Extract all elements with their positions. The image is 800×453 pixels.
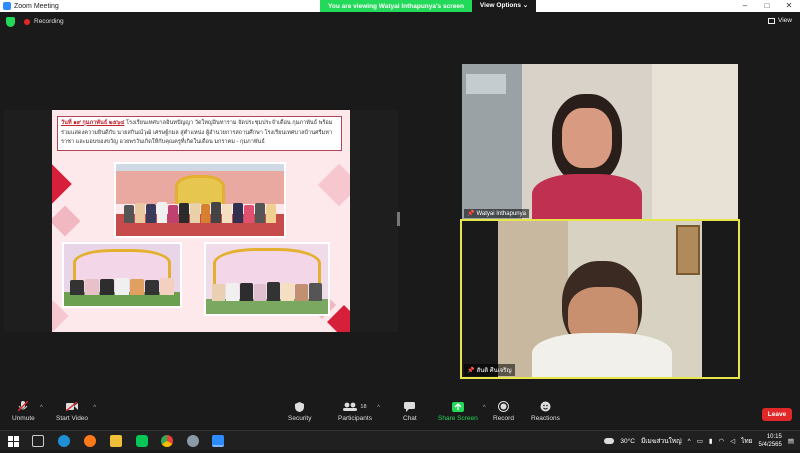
chevron-up-icon[interactable]: ^ (93, 405, 96, 411)
people-group (69, 273, 175, 295)
record-button[interactable]: Record (493, 401, 514, 422)
unmute-button[interactable]: Unmute ^ (12, 401, 43, 422)
view-label: View (778, 17, 792, 24)
record-icon (497, 401, 509, 412)
participant-name-tag: 📌 Watyai Inthapunya (464, 209, 529, 218)
meeting-status-bar: Recording View (0, 12, 800, 32)
zoom-app-icon (3, 2, 11, 10)
ceremony-photo-left (62, 242, 182, 308)
minimize-button[interactable]: – (734, 0, 756, 12)
window-title: Zoom Meeting (14, 2, 59, 10)
resize-handle[interactable] (397, 212, 400, 226)
decor-diamond (52, 164, 72, 204)
reactions-button[interactable]: Reactions (531, 401, 560, 422)
share-screen-label: Share Screen (438, 415, 478, 422)
meeting-toolbar: Unmute ^ Start Video ^ Security 18 Parti… (0, 398, 800, 430)
pin-icon: 📌 (467, 367, 475, 374)
slide-date: วันที่ ๑๙ กุมภาพันธ์ ๒๕๖๔ (61, 120, 125, 126)
language-indicator[interactable]: ไทย (741, 436, 752, 446)
windows-start-icon[interactable] (8, 435, 20, 447)
leave-button[interactable]: Leave (762, 408, 792, 421)
start-video-label: Start Video (56, 415, 89, 422)
security-button[interactable]: Security (288, 401, 311, 422)
participants-count: 18 (360, 403, 367, 410)
share-screen-button[interactable]: Share Screen ^ (438, 401, 486, 422)
system-tray: 30°C มีเมฆส่วนใหญ่ ^ ▭ ▮ ◠ ◁ ไทย 10:15 5… (604, 431, 800, 451)
security-label: Security (288, 415, 312, 422)
smiley-icon (539, 401, 551, 412)
video-off-icon (66, 401, 79, 412)
view-options-label: View Options (479, 2, 521, 9)
cloud-icon (604, 438, 615, 444)
window-controls: – □ ✕ (734, 0, 800, 12)
shield-icon (294, 401, 306, 412)
people-group (124, 198, 276, 224)
view-button[interactable]: View (768, 17, 792, 24)
slide-caption: วันที่ ๑๙ กุมภาพันธ์ ๒๕๖๔ โรงเรียนเทศบาล… (57, 116, 342, 151)
zoom-taskbar-icon[interactable] (212, 435, 224, 447)
windows-taskbar: 30°C มีเมฆส่วนใหญ่ ^ ▭ ▮ ◠ ◁ ไทย 10:15 5… (0, 430, 800, 450)
shared-screen: วันที่ ๑๙ กุมภาพันธ์ ๒๕๖๔ โรงเรียนเทศบาล… (4, 110, 398, 332)
weather-temp[interactable]: 30°C (620, 438, 635, 445)
edge-icon[interactable] (58, 435, 70, 447)
battery-icon[interactable]: ▮ (709, 437, 713, 445)
wifi-icon[interactable]: ◠ (718, 437, 724, 445)
grid-icon (768, 17, 776, 24)
decor-diamond (52, 205, 81, 237)
close-button[interactable]: ✕ (778, 0, 800, 12)
participant-name-tag: 📌 สันติ ศีนเจริญ (464, 364, 515, 376)
chat-icon (404, 401, 416, 412)
record-label: Record (493, 415, 514, 422)
line-app-icon[interactable] (136, 435, 148, 447)
start-video-button[interactable]: Start Video ^ (56, 401, 96, 422)
chat-label: Chat (403, 415, 417, 422)
video-tile[interactable]: 📌 Watyai Inthapunya (462, 64, 738, 219)
chat-button[interactable]: Chat (403, 401, 417, 422)
viewing-banner: You are viewing Watyai Inthapunya's scre… (320, 0, 537, 12)
chat-icon[interactable]: ▭ (697, 437, 703, 445)
video-tile-active-speaker[interactable]: 📌 สันติ ศีนเจริญ (460, 219, 740, 379)
chrome-icon[interactable] (161, 435, 173, 447)
pin-icon: 📌 (467, 211, 475, 217)
presentation-slide: วันที่ ๑๙ กุมภาพันธ์ ๒๕๖๔ โรงเรียนเทศบาล… (52, 110, 350, 332)
weather-desc[interactable]: มีเมฆส่วนใหญ่ (641, 436, 682, 446)
clock[interactable]: 10:15 5/4/2565 (758, 433, 781, 449)
group-photo (114, 162, 286, 238)
notification-icon[interactable]: ▤ (788, 437, 794, 445)
chevron-up-icon[interactable]: ^ (377, 405, 380, 411)
firefox-icon[interactable] (84, 435, 96, 447)
people-group (212, 277, 322, 302)
chevron-up-icon[interactable]: ^ (688, 438, 691, 445)
participant-name: สันติ ศีนเจริญ (476, 368, 512, 374)
ceremony-photo-right (204, 242, 330, 316)
participants-button[interactable]: 18 Participants ^ (338, 401, 380, 422)
speaker-icon[interactable]: ◁ (730, 437, 735, 445)
unmute-label: Unmute (12, 415, 35, 422)
maximize-button[interactable]: □ (756, 0, 778, 12)
app-icon[interactable] (187, 435, 199, 447)
chevron-down-icon: ⌄ (522, 2, 529, 9)
participants-icon: 18 (341, 401, 369, 412)
reactions-label: Reactions (531, 415, 560, 422)
task-view-icon[interactable] (32, 435, 44, 447)
file-explorer-icon[interactable] (110, 435, 122, 447)
participant-name: Watyai Inthapunya (476, 210, 526, 217)
microphone-muted-icon (17, 401, 29, 412)
shield-icon[interactable] (6, 17, 15, 27)
clock-time: 10:15 (766, 434, 782, 440)
viewing-message: You are viewing Watyai Inthapunya's scre… (328, 2, 464, 10)
participants-label: Participants (338, 415, 372, 422)
clock-date: 5/4/2565 (758, 442, 782, 448)
view-options-button[interactable]: View Options ⌄ (471, 0, 537, 12)
decor-diamond (317, 163, 350, 207)
chevron-up-icon[interactable]: ^ (483, 405, 486, 411)
chevron-up-icon[interactable]: ^ (40, 405, 43, 411)
share-screen-icon (451, 401, 464, 412)
recording-label: Recording (34, 18, 64, 25)
recording-icon (24, 19, 30, 25)
